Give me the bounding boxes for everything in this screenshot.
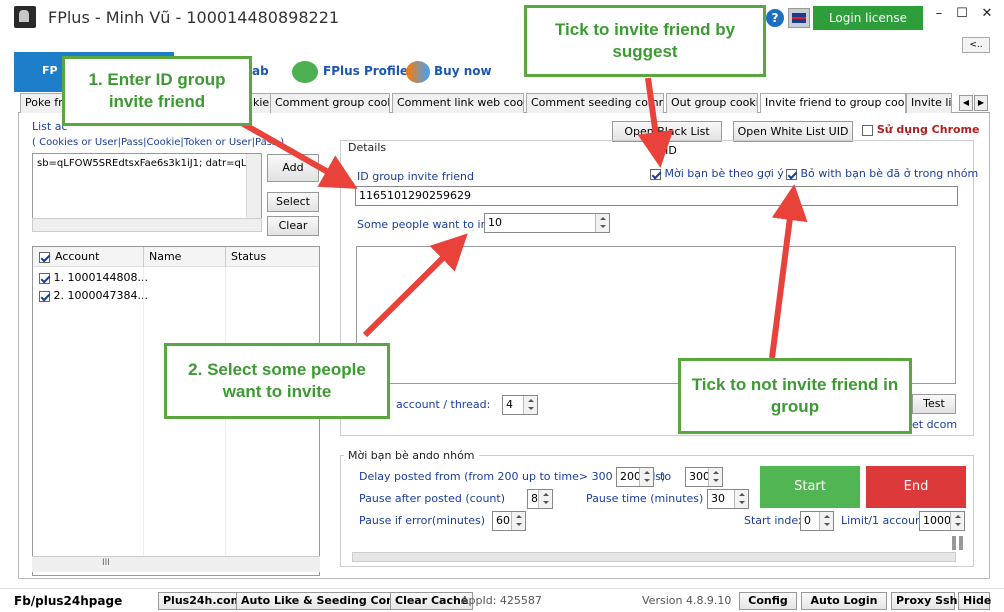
- pause-after-label: Pause after posted (count): [359, 492, 505, 505]
- callout-not-invite: Tick to not invite friend in group: [678, 358, 912, 434]
- version-label: Version 4.8.9.10: [642, 594, 732, 607]
- select-all-checkbox[interactable]: [39, 250, 50, 263]
- suggest-checkbox[interactable]: Mời bạn bè theo gợi ý: [650, 167, 784, 180]
- hide-button[interactable]: Hide: [958, 592, 991, 610]
- clear-button[interactable]: Clear: [267, 216, 319, 236]
- start-button[interactable]: Start: [760, 466, 860, 508]
- use-chrome-label: Sử dụng Chrome: [876, 123, 980, 136]
- tab-partial[interactable]: ab: [252, 60, 269, 82]
- pause-after-spinner[interactable]: 8: [527, 489, 553, 509]
- id-group-input[interactable]: 1165101290259629: [355, 186, 958, 206]
- list-item[interactable]: 2. 1000047384...: [39, 289, 148, 302]
- collapse-button[interactable]: <..: [962, 37, 990, 53]
- chrome-check[interactable]: [862, 124, 873, 136]
- cookie-vscroll[interactable]: [246, 154, 261, 218]
- fplus-profile-tab[interactable]: FPlus Profile: [292, 60, 409, 83]
- delay-to-spinner[interactable]: 300: [685, 467, 723, 487]
- delay-to-label: to: [660, 470, 672, 483]
- progress-bar: [352, 552, 956, 562]
- pause-error-label: Pause if error(minutes): [359, 514, 486, 527]
- tab-comment-group-cookie[interactable]: Comment group cookie: [270, 93, 390, 113]
- callout-suggest: Tick to invite friend by suggest: [524, 5, 766, 77]
- invite-settings-legend: Mời bạn bè ando nhóm: [344, 449, 479, 462]
- tab-out-group-cookie[interactable]: Out group cookie: [666, 93, 758, 113]
- title-bar: FPlus - Minh Vũ - 100014480898221 ? Logi…: [0, 0, 1004, 36]
- scroll-thumb-mark: III: [102, 558, 110, 568]
- row-account: 1. 1000144808...: [53, 271, 148, 284]
- status-bar: Fb/plus24hpage Plus24h.com Auto Like & S…: [0, 588, 1004, 612]
- help-icon[interactable]: ?: [766, 9, 784, 27]
- list-item[interactable]: 1. 1000144808...: [39, 271, 148, 284]
- proxy-ssh-button[interactable]: Proxy Ssh: [891, 592, 957, 610]
- thread-label: account / thread:: [396, 398, 491, 411]
- buy-now-tab[interactable]: Buy now: [406, 60, 492, 83]
- login-license-button[interactable]: Login license: [813, 6, 923, 30]
- open-white-list-button[interactable]: Open White List UID: [733, 121, 853, 142]
- uk-flag-icon[interactable]: [788, 8, 810, 28]
- end-button[interactable]: End: [866, 466, 966, 508]
- buy-now-label: Buy now: [434, 64, 492, 78]
- row-checkbox[interactable]: [39, 272, 50, 284]
- close-button[interactable]: ✕: [978, 6, 996, 26]
- auto-login-button[interactable]: Auto Login: [801, 592, 887, 610]
- limit-spinner[interactable]: 1000: [919, 511, 965, 531]
- skip-check[interactable]: [786, 168, 797, 180]
- cookie-input[interactable]: sb=qLFOW5SREdtsxFae6s3k1iJ1; datr=qLFO: [32, 153, 262, 219]
- col-status[interactable]: Status: [231, 250, 266, 263]
- pause-time-label: Pause time (minutes): [586, 492, 704, 505]
- minimize-button[interactable]: –: [930, 6, 948, 26]
- tab-scroll-left[interactable]: ◀: [959, 95, 973, 111]
- pause-time-spinner[interactable]: 30: [707, 489, 749, 509]
- col-name[interactable]: Name: [149, 250, 181, 263]
- open-black-list-button[interactable]: Open Black List UID: [612, 121, 722, 157]
- test-button[interactable]: Test: [912, 394, 956, 414]
- start-index-spinner[interactable]: 0: [800, 511, 834, 531]
- tab-invite-friend-to-group-cookie[interactable]: Invite friend to group cookie: [760, 93, 906, 114]
- delay-from-spinner[interactable]: 200: [616, 467, 654, 487]
- pause-icon[interactable]: [952, 536, 964, 550]
- people-icon: [292, 60, 318, 83]
- row-account: 2. 1000047384...: [53, 289, 148, 302]
- people-spinner[interactable]: 10: [484, 213, 610, 233]
- add-button[interactable]: Add: [267, 154, 319, 182]
- account-list-header: Account Name Status: [33, 247, 319, 267]
- tab-scroll-right[interactable]: ▶: [974, 95, 988, 111]
- maximize-button[interactable]: ☐: [953, 6, 971, 26]
- fb-tab-label: FP: [42, 64, 58, 77]
- callout-select-people: 2. Select some people want to invite: [164, 343, 390, 419]
- thread-spinner[interactable]: 4: [502, 395, 538, 415]
- tab-invite-like[interactable]: Invite lik: [906, 93, 952, 113]
- app-icon: [14, 6, 36, 28]
- tab-comment-seeding-comment[interactable]: Comment seeding comment: [526, 93, 664, 113]
- plus24h-button[interactable]: Plus24h.com: [158, 592, 248, 610]
- start-index-label: Start index:: [744, 514, 809, 527]
- config-button[interactable]: Config: [739, 592, 797, 610]
- account-list-hscroll[interactable]: III: [32, 556, 320, 572]
- skip-label: Bỏ with bạn bè đã ở trong nhóm: [800, 167, 979, 180]
- callout-enter-id: 1. Enter ID group invite friend: [62, 56, 252, 126]
- auto-like-button[interactable]: Auto Like & Seeding Com...: [236, 592, 416, 610]
- select-button[interactable]: Select: [267, 192, 319, 212]
- account-format-hint: ( Cookies or User|Pass|Cookie|Token or U…: [32, 137, 285, 148]
- fplus-profile-label: FPlus Profile: [323, 64, 409, 78]
- suggest-check[interactable]: [650, 168, 661, 180]
- skip-members-checkbox[interactable]: Bỏ with bạn bè đã ở trong nhóm: [786, 167, 978, 180]
- cookie-hscroll[interactable]: [32, 218, 262, 232]
- tab-comment-link-web-cookie[interactable]: Comment link web cookie: [392, 93, 524, 113]
- limit-label: Limit/1 account:: [841, 514, 930, 527]
- id-group-label: ID group invite friend: [357, 170, 474, 183]
- buy-icon: [406, 60, 430, 83]
- fb-page-label[interactable]: Fb/plus24hpage: [14, 592, 122, 610]
- app-id-label: AppId: 425587: [461, 594, 542, 607]
- col-account[interactable]: Account: [55, 250, 99, 263]
- suggest-label: Mời bạn bè theo gợi ý: [664, 167, 784, 180]
- window-title: FPlus - Minh Vũ - 100014480898221: [48, 8, 340, 27]
- row-checkbox[interactable]: [39, 290, 50, 302]
- dcom-link[interactable]: et dcom: [912, 418, 957, 431]
- use-chrome-checkbox[interactable]: Sử dụng Chrome: [862, 123, 979, 136]
- details-legend: Details: [344, 141, 391, 154]
- pause-error-spinner[interactable]: 60: [492, 511, 526, 531]
